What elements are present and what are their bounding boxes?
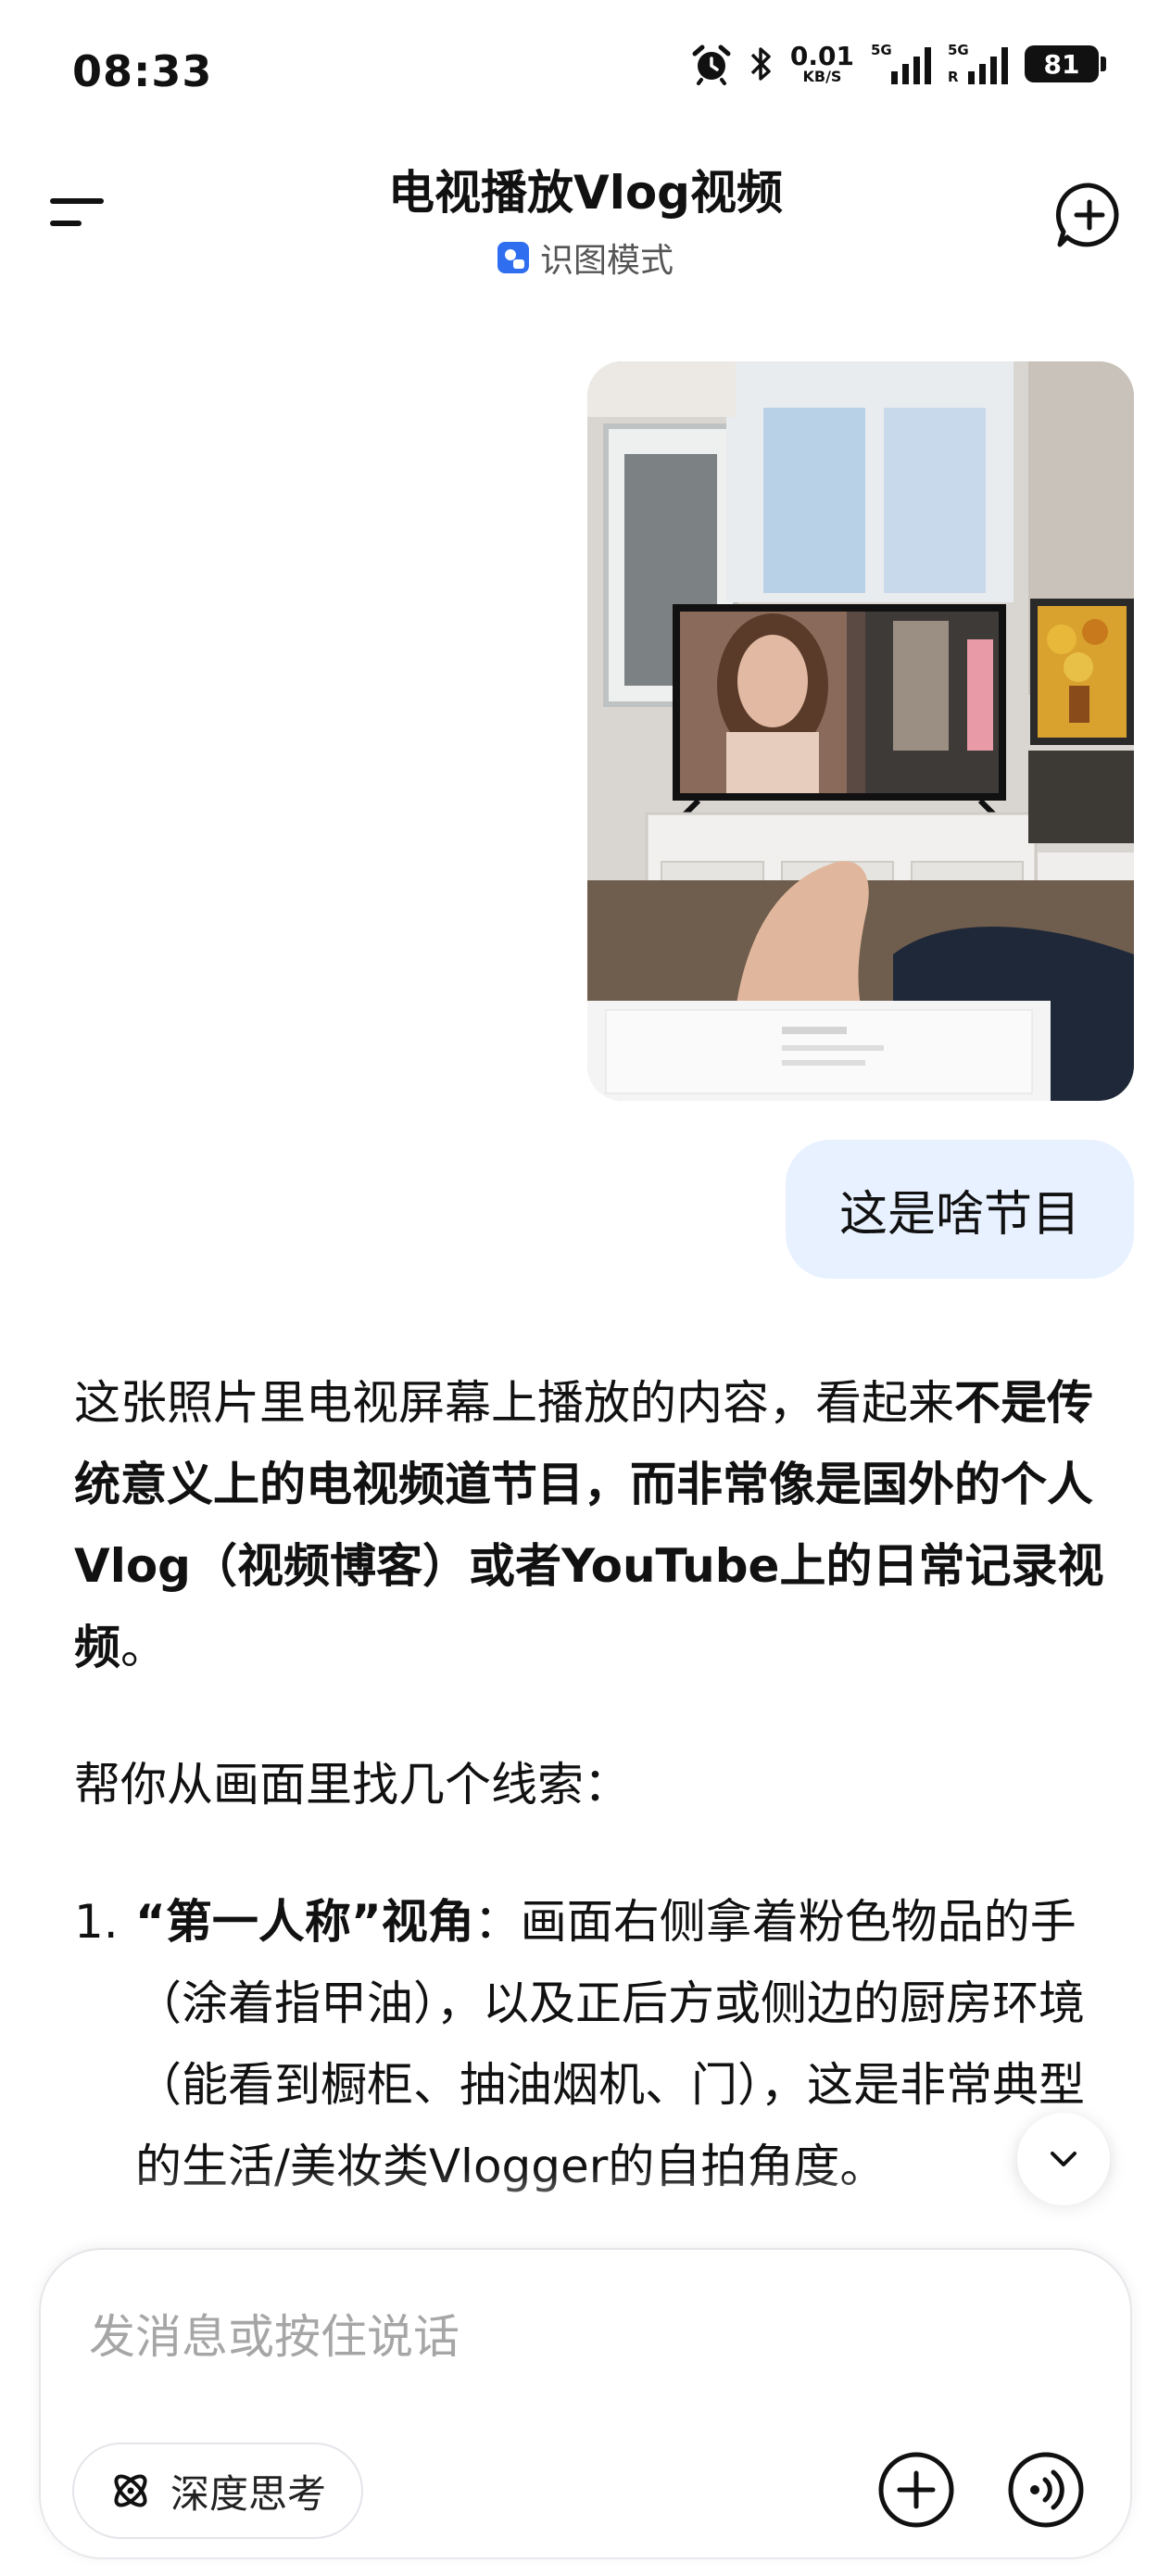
mode-image-icon — [497, 242, 529, 273]
plus-icon[interactable] — [876, 2450, 956, 2530]
assistant-answer: 这张照片里电视屏幕上播放的内容，看起来不是传统意义上的电视频道节目，而非常像是国… — [74, 1362, 1112, 2207]
answer-list-item-1: 1. “第一人称”视角：画面右侧拿着粉色物品的手（涂着指甲油），以及正后方或侧边… — [74, 1881, 1112, 2207]
answer-p1-end: 。 — [120, 1621, 167, 1674]
net-speed-value: 0.01 — [789, 41, 854, 71]
title-block: 电视播放Vlog视频 识图模式 — [0, 156, 1171, 282]
answer-paragraph-1: 这张照片里电视屏幕上播放的内容，看起来不是传统意义上的电视频道节目，而非常像是国… — [74, 1362, 1112, 1688]
bluetooth-icon — [750, 47, 771, 81]
message-input[interactable]: 发消息或按住说话 — [89, 2300, 460, 2367]
sim2-roaming: R — [948, 69, 959, 85]
battery-level: 81 — [1043, 48, 1080, 80]
chat-header: 电视播放Vlog视频 识图模式 — [0, 139, 1171, 287]
list-number: 1. — [74, 1895, 119, 1949]
list-text: “第一人称”视角：画面右侧拿着粉色物品的手（涂着指甲油），以及正后方或侧边的厨房… — [135, 1881, 1112, 2207]
status-bar: 08:33 0.01 KB/S 5G 5G R 81 — [0, 0, 1171, 139]
deep-think-label: 深度思考 — [170, 2470, 327, 2517]
net-speed: 0.01 KB/S — [790, 44, 854, 84]
content-fade — [0, 2168, 1171, 2252]
signal-icon-sim2: 5G R — [948, 44, 1008, 84]
user-message-bubble[interactable]: 这是啥节目 — [785, 1140, 1134, 1279]
page-title: 电视播放Vlog视频 — [388, 166, 783, 220]
battery-icon: 81 — [1025, 45, 1106, 82]
answer-paragraph-2: 帮你从画面里找几个线索： — [74, 1758, 630, 1812]
deep-think-button[interactable]: 深度思考 — [72, 2443, 364, 2539]
new-chat-icon[interactable] — [1054, 180, 1125, 250]
tv-room-photo — [587, 361, 1134, 1101]
user-photo-message[interactable] — [587, 361, 1134, 1101]
status-time: 08:33 — [72, 46, 213, 96]
net-speed-unit: KB/S — [802, 68, 842, 85]
sim2-label: 5G — [948, 42, 969, 58]
composer: 发消息或按住说话 深度思考 — [41, 2250, 1130, 2557]
mode-indicator[interactable]: 识图模式 — [497, 234, 674, 282]
deep-think-icon — [114, 2474, 147, 2507]
sim1-label: 5G — [871, 42, 892, 58]
voice-icon[interactable] — [1006, 2450, 1086, 2530]
list-item-bold: “第一人称”视角 — [135, 1895, 474, 1949]
user-message-text: 这是啥节目 — [838, 1186, 1080, 1243]
status-icons: 0.01 KB/S 5G 5G R 81 — [690, 43, 1106, 85]
answer-p1-plain: 这张照片里电视屏幕上播放的内容，看起来 — [74, 1376, 954, 1430]
signal-icon: 5G — [871, 44, 931, 84]
mode-label: 识图模式 — [539, 242, 674, 280]
alarm-icon — [692, 44, 731, 85]
